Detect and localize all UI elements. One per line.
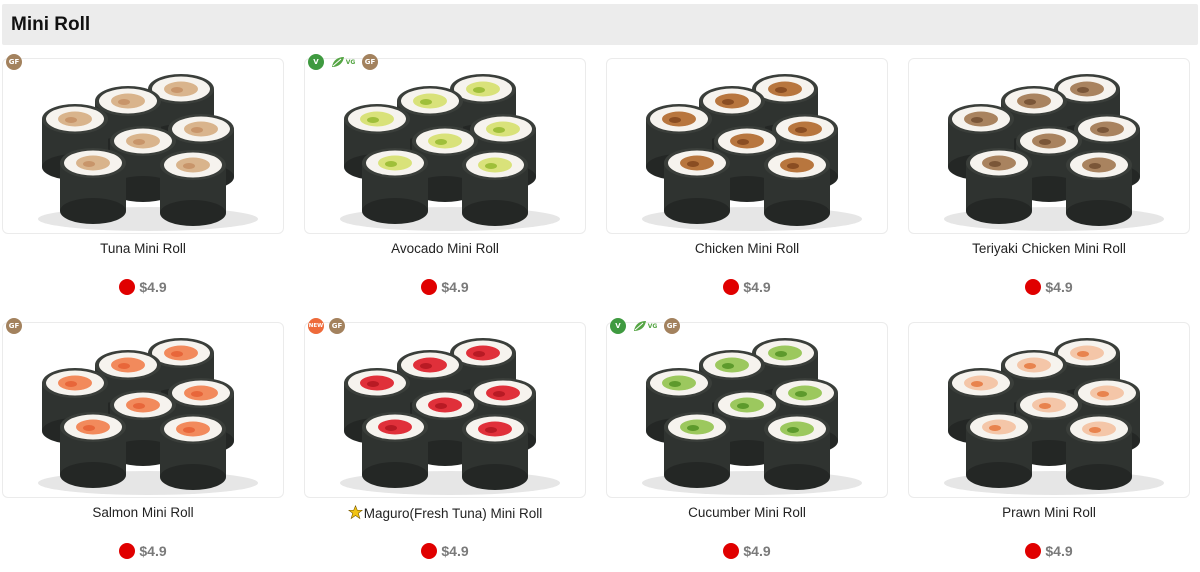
menu-item-image[interactable] [304, 322, 586, 498]
price-dot-icon [119, 543, 136, 559]
gluten-free-badge: GF [329, 318, 345, 334]
price-dot-icon [119, 279, 136, 295]
menu-item-image[interactable] [908, 322, 1190, 498]
menu-item-image[interactable] [606, 58, 888, 234]
sushi-roll-image [340, 74, 560, 231]
price-dot-icon [723, 543, 740, 559]
price-row: $4.9 [906, 279, 1192, 295]
menu-item-name-text: Avocado Mini Roll [391, 241, 499, 256]
menu-item-price: $4.9 [1045, 279, 1073, 295]
menu-item-name-text: Tuna Mini Roll [100, 241, 186, 256]
vegetarian-badge: V [308, 54, 324, 70]
menu-item-image[interactable] [2, 322, 284, 498]
vegan-leaf-icon: VG [329, 54, 357, 70]
menu-item-price: $4.9 [441, 279, 469, 295]
menu-item-card[interactable]: NEW GF Maguro(Fresh Tuna) Mini Roll $4.9 [302, 310, 588, 560]
price-row: $4.9 [906, 543, 1192, 559]
dietary-badges: GF [6, 53, 22, 71]
dietary-badges: NEW GF [308, 317, 345, 335]
price-dot-icon [421, 543, 438, 559]
sushi-roll-image [642, 338, 862, 495]
gluten-free-badge: GF [6, 54, 22, 70]
dietary-badges: V VG GF [308, 53, 378, 71]
menu-item-name[interactable]: Salmon Mini Roll [0, 505, 286, 520]
sushi-roll-image [642, 74, 862, 231]
menu-item-name-text: Teriyaki Chicken Mini Roll [972, 241, 1126, 256]
menu-item-price: $4.9 [441, 543, 469, 559]
menu-item-name[interactable]: Teriyaki Chicken Mini Roll [906, 241, 1192, 256]
price-dot-icon [1025, 279, 1042, 295]
gluten-free-badge: GF [664, 318, 680, 334]
menu-item-name[interactable]: Avocado Mini Roll [302, 241, 588, 256]
menu-item-name[interactable]: Tuna Mini Roll [0, 241, 286, 256]
new-badge: NEW [308, 318, 324, 334]
menu-item-image[interactable] [606, 322, 888, 498]
price-row: $4.9 [302, 543, 588, 559]
vegan-leaf-icon: VG [631, 318, 659, 334]
menu-item-name[interactable]: Prawn Mini Roll [906, 505, 1192, 520]
menu-item-card[interactable]: V VG GF Avocado Mini Roll $4.9 [302, 46, 588, 296]
menu-item-card[interactable]: GF Salmon Mini Roll $4.9 [0, 310, 286, 560]
gluten-free-badge: GF [6, 318, 22, 334]
menu-item-name-text: Maguro(Fresh Tuna) Mini Roll [363, 506, 543, 521]
menu-item-name[interactable]: Chicken Mini Roll [604, 241, 890, 256]
price-row: $4.9 [0, 279, 286, 295]
menu-item-card[interactable]: V VG GF Cucumber Mini Roll $4.9 [604, 310, 890, 560]
sushi-roll-image [340, 338, 560, 495]
vegetarian-badge: V [610, 318, 626, 334]
price-row: $4.9 [604, 279, 890, 295]
menu-item-name-text: Chicken Mini Roll [694, 241, 800, 256]
menu-item-name-text: Salmon Mini Roll [92, 505, 194, 520]
price-dot-icon [421, 279, 438, 295]
menu-item-card[interactable]: GF Tuna Mini Roll $4.9 [0, 46, 286, 296]
price-dot-icon [1025, 543, 1042, 559]
sushi-roll-image [944, 338, 1164, 495]
dietary-badges: V VG GF [610, 317, 680, 335]
price-dot-icon [723, 279, 740, 295]
menu-item-card[interactable]: Teriyaki Chicken Mini Roll $4.9 [906, 46, 1192, 296]
sushi-roll-image [944, 74, 1164, 231]
sushi-roll-image [38, 74, 258, 231]
menu-item-price: $4.9 [743, 279, 771, 295]
dietary-badges: GF [6, 317, 22, 335]
price-row: $4.9 [0, 543, 286, 559]
menu-item-card[interactable]: Prawn Mini Roll $4.9 [906, 310, 1192, 560]
menu-item-name-text: Prawn Mini Roll [1002, 505, 1096, 520]
menu-item-name[interactable]: Maguro(Fresh Tuna) Mini Roll [302, 504, 588, 521]
menu-item-price: $4.9 [139, 543, 167, 559]
gluten-free-badge: GF [362, 54, 378, 70]
menu-item-card[interactable]: Chicken Mini Roll $4.9 [604, 46, 890, 296]
price-row: $4.9 [302, 279, 588, 295]
menu-grid: GF Tuna Mini Roll $4.9 V VG GF Avocado Mini Ro… [0, 0, 1200, 572]
price-row: $4.9 [604, 543, 890, 559]
menu-item-price: $4.9 [743, 543, 771, 559]
menu-item-price: $4.9 [139, 279, 167, 295]
menu-item-name-text: Cucumber Mini Roll [688, 505, 806, 520]
new-star-icon [347, 504, 363, 520]
menu-item-name[interactable]: Cucumber Mini Roll [604, 505, 890, 520]
menu-item-price: $4.9 [1045, 543, 1073, 559]
menu-item-image[interactable] [304, 58, 586, 234]
sushi-roll-image [38, 338, 258, 495]
menu-item-image[interactable] [2, 58, 284, 234]
menu-item-image[interactable] [908, 58, 1190, 234]
